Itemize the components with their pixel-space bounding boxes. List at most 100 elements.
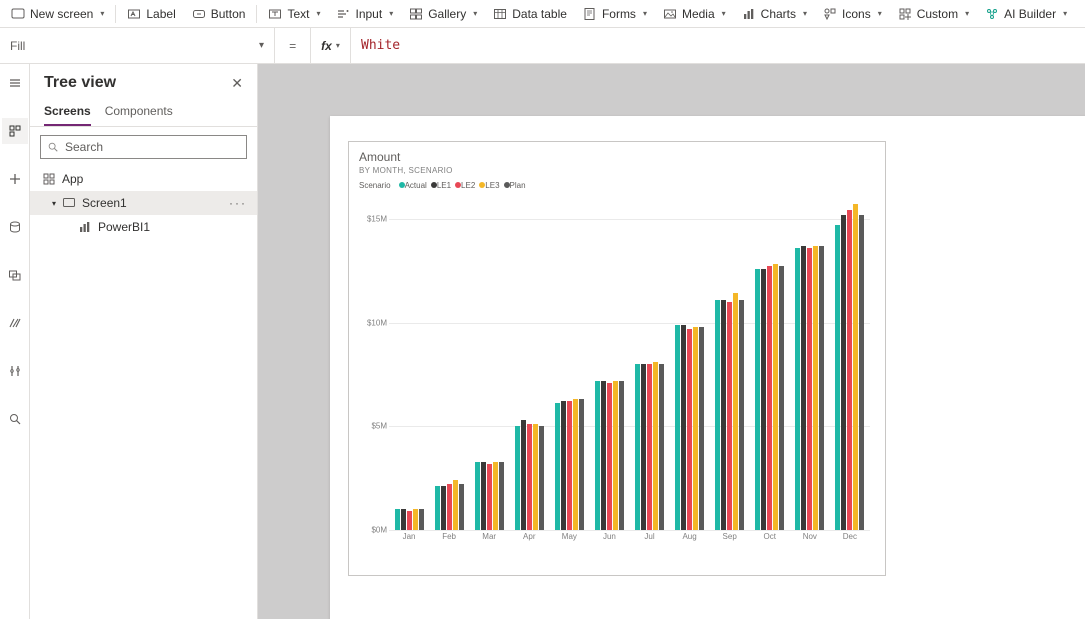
panel-title: Tree view <box>44 74 116 92</box>
bar <box>801 246 806 530</box>
rail-advanced-tools[interactable] <box>2 310 28 336</box>
x-axis-tick: Feb <box>429 532 469 548</box>
ai-builder-button[interactable]: AI Builder ▾ <box>978 4 1074 24</box>
icons-button[interactable]: Icons ▾ <box>816 4 889 24</box>
custom-label: Custom <box>917 7 958 21</box>
chevron-down-icon: ▾ <box>336 41 340 50</box>
data-table-label: Data table <box>512 7 567 21</box>
gallery-label: Gallery <box>428 7 466 21</box>
bar <box>795 248 800 530</box>
legend-series-label: Actual <box>405 181 427 190</box>
search-input[interactable]: Search <box>40 135 247 159</box>
property-dropdown[interactable]: Fill ▾ <box>0 28 275 63</box>
rail-data[interactable] <box>2 214 28 240</box>
media-button[interactable]: Media ▾ <box>656 4 733 24</box>
data-table-button[interactable]: Data table <box>486 4 574 24</box>
bar <box>675 325 680 530</box>
bar <box>807 248 812 530</box>
forms-label: Forms <box>602 7 636 21</box>
media-icon <box>663 7 677 21</box>
formula-input[interactable]: White <box>351 28 1085 63</box>
x-axis-tick: Jun <box>589 532 629 548</box>
x-axis-tick: Apr <box>509 532 549 548</box>
bar <box>773 264 778 530</box>
bar-group <box>389 198 429 530</box>
bar <box>401 509 406 530</box>
input-button[interactable]: Input ▾ <box>329 4 400 24</box>
bar <box>567 401 572 530</box>
tab-components[interactable]: Components <box>105 98 173 126</box>
new-screen-label: New screen <box>30 7 93 21</box>
tab-screens[interactable]: Screens <box>44 98 91 126</box>
formula-bar: Fill ▾ = fx ▾ White <box>0 28 1085 64</box>
chevron-down-icon[interactable]: ▾ <box>52 199 56 208</box>
rail-settings[interactable] <box>2 358 28 384</box>
gallery-button[interactable]: Gallery ▾ <box>402 4 484 24</box>
bar-group <box>710 198 750 530</box>
rail-search[interactable] <box>2 406 28 432</box>
canvas-area[interactable]: Amount BY MONTH, SCENARIO Scenario Actua… <box>258 64 1085 619</box>
chevron-down-icon: ▾ <box>316 9 320 18</box>
y-axis-tick: $0M <box>359 526 387 535</box>
bar <box>755 269 760 530</box>
text-button[interactable]: Text ▾ <box>261 4 327 24</box>
chevron-down-icon: ▾ <box>473 9 477 18</box>
bar-group <box>509 198 549 530</box>
bar <box>453 480 458 530</box>
text-icon <box>268 7 282 21</box>
x-axis-tick: Oct <box>750 532 790 548</box>
forms-icon <box>583 7 597 21</box>
bar <box>693 327 698 530</box>
media-label: Media <box>682 7 715 21</box>
label-button[interactable]: Label <box>120 4 182 24</box>
tab-screens-label: Screens <box>44 104 91 118</box>
x-axis-tick: Jul <box>629 532 669 548</box>
button-button[interactable]: Button <box>185 4 253 24</box>
tree-node-app[interactable]: App <box>30 167 257 191</box>
bar <box>619 381 624 530</box>
rail-media[interactable] <box>2 262 28 288</box>
rail-hamburger[interactable] <box>2 70 28 96</box>
icons-label: Icons <box>842 7 871 21</box>
grid-line <box>389 530 870 531</box>
bar-group <box>830 198 870 530</box>
powerbi-visual[interactable]: Amount BY MONTH, SCENARIO Scenario Actua… <box>348 141 886 576</box>
tree-node-screen1[interactable]: ▾ Screen1 ··· <box>30 191 257 215</box>
bar <box>761 269 766 530</box>
close-icon[interactable]: ✕ <box>231 75 243 92</box>
input-label: Input <box>355 7 382 21</box>
ribbon-separator <box>115 5 116 23</box>
bar <box>555 403 560 530</box>
bar-group <box>589 198 629 530</box>
fx-button[interactable]: fx ▾ <box>311 28 351 63</box>
y-axis-tick: $5M <box>359 422 387 431</box>
bar <box>475 462 480 530</box>
label-label: Label <box>146 7 175 21</box>
rail-tree-view[interactable] <box>2 118 28 144</box>
tree-node-powerbi1[interactable]: PowerBI1 <box>30 215 257 239</box>
charts-button[interactable]: Charts ▾ <box>735 4 814 24</box>
bar <box>767 266 772 530</box>
tree-node-label: App <box>62 172 83 186</box>
chevron-down-icon: ▾ <box>1063 9 1067 18</box>
bar <box>813 246 818 530</box>
chevron-down-icon: ▾ <box>100 9 104 18</box>
bar <box>647 364 652 530</box>
bar <box>847 210 852 530</box>
chart-subtitle: BY MONTH, SCENARIO <box>359 166 875 175</box>
button-label: Button <box>211 7 246 21</box>
legend-series-label: LE1 <box>437 181 451 190</box>
more-icon[interactable]: ··· <box>229 196 247 210</box>
rail-insert[interactable] <box>2 166 28 192</box>
property-value: Fill <box>10 39 25 53</box>
search-placeholder: Search <box>65 140 103 154</box>
charts-label: Charts <box>761 7 796 21</box>
new-screen-button[interactable]: New screen ▾ <box>4 4 111 24</box>
forms-button[interactable]: Forms ▾ <box>576 4 654 24</box>
chevron-down-icon: ▾ <box>389 9 393 18</box>
custom-button[interactable]: Custom ▾ <box>891 4 976 24</box>
screen-canvas[interactable]: Amount BY MONTH, SCENARIO Scenario Actua… <box>330 116 1085 619</box>
bar-group <box>670 198 710 530</box>
bar <box>779 266 784 530</box>
tree-node-label: PowerBI1 <box>98 220 150 234</box>
